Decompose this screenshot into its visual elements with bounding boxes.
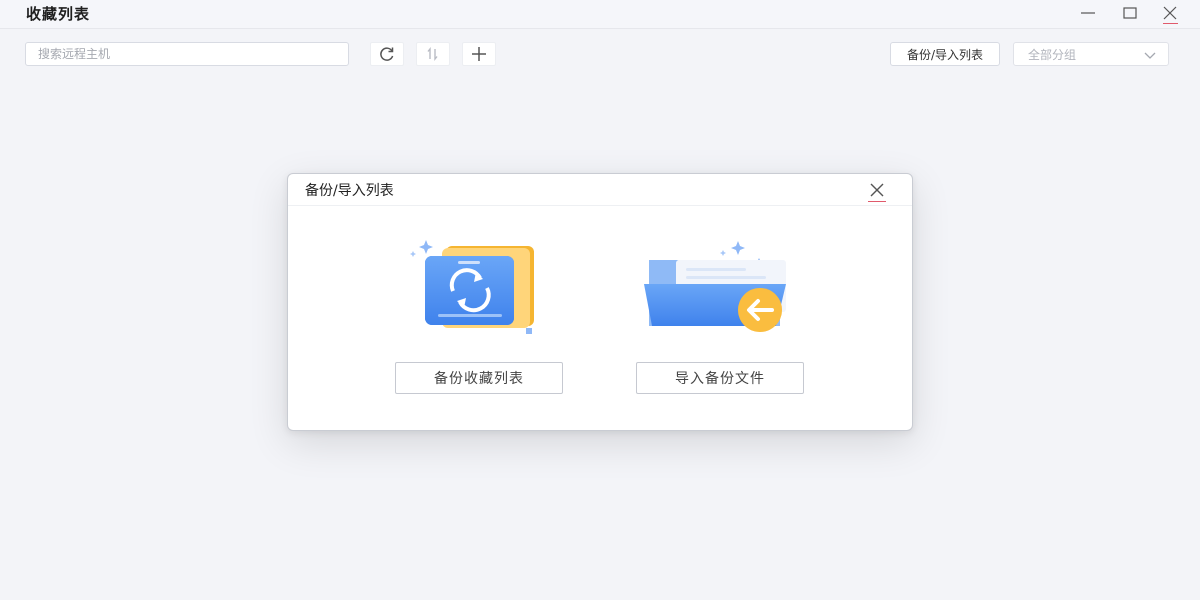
dialog-header: 备份/导入列表 xyxy=(288,174,912,206)
window-close-button[interactable] xyxy=(1160,4,1180,24)
chevron-down-icon xyxy=(1144,52,1156,59)
sort-icon xyxy=(427,47,438,61)
backup-sync-illustration xyxy=(410,240,534,334)
minimize-icon xyxy=(1081,12,1095,14)
minimize-button[interactable] xyxy=(1078,4,1098,22)
close-icon xyxy=(870,183,884,197)
backup-import-button[interactable]: 备份/导入列表 xyxy=(890,42,1000,66)
maximize-icon xyxy=(1123,7,1137,19)
plus-icon xyxy=(472,47,486,61)
search-input[interactable] xyxy=(25,42,349,66)
group-select[interactable]: 全部分组 xyxy=(1013,42,1169,66)
import-backup-file-button[interactable]: 导入备份文件 xyxy=(636,362,804,394)
window-title: 收藏列表 xyxy=(26,5,91,23)
dialog-title: 备份/导入列表 xyxy=(305,183,394,199)
dialog-close-button[interactable] xyxy=(866,180,888,202)
sort-button[interactable] xyxy=(416,42,450,66)
close-underline xyxy=(868,201,886,202)
close-underline xyxy=(1163,23,1178,24)
import-folder-illustration xyxy=(644,241,786,332)
close-icon xyxy=(1163,6,1177,20)
backup-favorites-button[interactable]: 备份收藏列表 xyxy=(395,362,563,394)
refresh-icon xyxy=(380,47,394,61)
maximize-button[interactable] xyxy=(1120,4,1140,22)
group-select-value: 全部分组 xyxy=(1028,47,1077,62)
refresh-button[interactable] xyxy=(370,42,404,66)
add-button[interactable] xyxy=(462,42,496,66)
title-bar: 收藏列表 xyxy=(0,0,1200,29)
backup-import-dialog: 备份/导入列表 备份收藏列表 导入备份文件 xyxy=(287,173,913,431)
